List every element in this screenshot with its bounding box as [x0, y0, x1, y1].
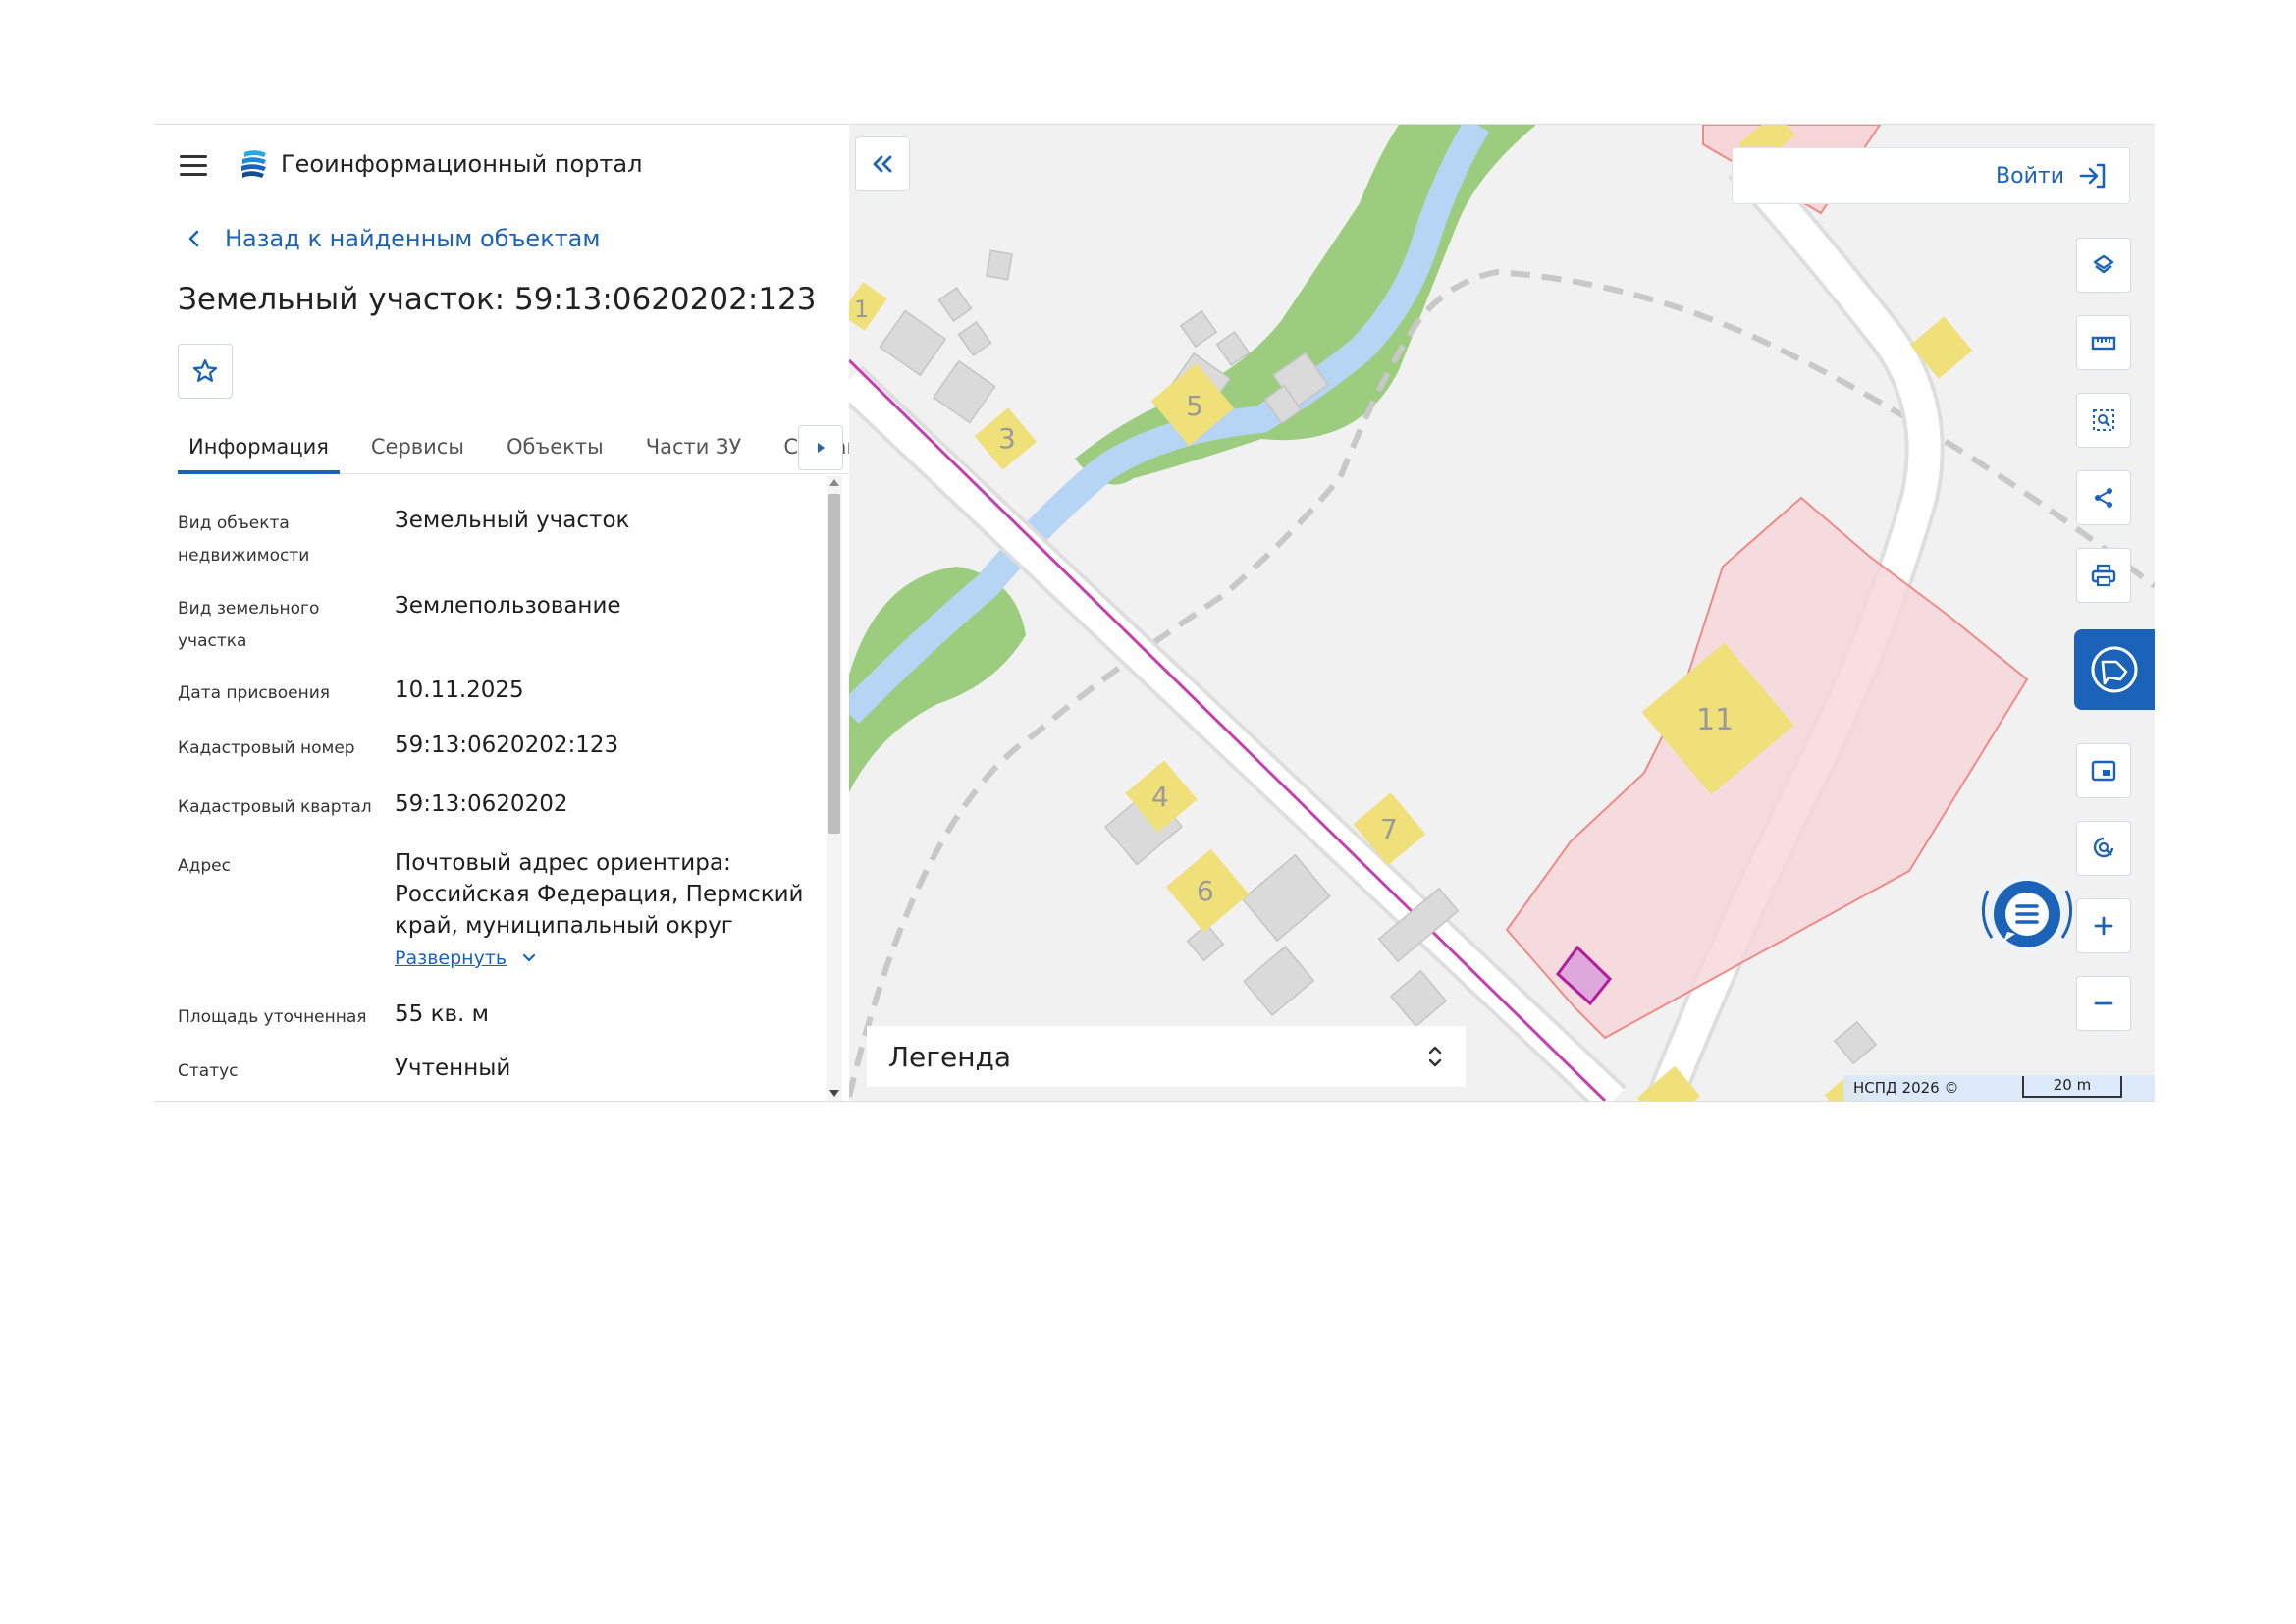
minimap-button[interactable]	[2076, 743, 2131, 798]
star-icon	[192, 359, 218, 382]
select-area-icon	[2093, 409, 2114, 431]
road	[849, 368, 1624, 1101]
scroll-up-arrow[interactable]	[829, 479, 839, 486]
layers-icon	[2093, 254, 2114, 274]
info-panel: Геоинформационный портал Назад к найденн…	[154, 125, 859, 1101]
login-arrow-icon	[2079, 163, 2106, 189]
share-button[interactable]	[2076, 470, 2131, 525]
layers-button[interactable]	[2076, 238, 2131, 293]
tab-parts[interactable]: Части ЗУ	[635, 417, 753, 474]
house-number: 4	[1151, 781, 1169, 813]
address-expand-link[interactable]: Развернуть	[395, 947, 538, 969]
object-title: Земельный участок: 59:13:0620202:123	[178, 282, 817, 317]
caret-right-icon	[818, 443, 825, 453]
tab-objects[interactable]: Объекты	[496, 417, 614, 474]
tab-bar: Информация Сервисы Объекты Части ЗУ Сост…	[178, 417, 859, 474]
chat-button[interactable]	[1968, 851, 2086, 969]
collapse-panel-button[interactable]	[855, 136, 910, 191]
scroll-thumb[interactable]	[828, 494, 840, 834]
scale-bar: 20 m	[2022, 1076, 2122, 1098]
property-label: Адрес	[178, 856, 231, 876]
tabs-next-button[interactable]	[798, 425, 843, 470]
vegetation-area	[1075, 125, 1536, 485]
back-to-results-link[interactable]: Назад к найденным объектам	[184, 225, 601, 252]
property-value: Землепользование	[395, 593, 621, 619]
scroll-down-arrow[interactable]	[829, 1090, 839, 1097]
property-label: Дата присвоения	[178, 683, 330, 703]
chevron-left-icon	[188, 230, 199, 247]
property-label: Вид объекта недвижимости	[178, 514, 310, 566]
print-button[interactable]	[2076, 548, 2131, 603]
app-frame: Геоинформационный портал Назад к найденн…	[154, 124, 2155, 1102]
printer-icon	[2091, 564, 2116, 587]
hamburger-icon[interactable]	[180, 155, 207, 177]
house-number: 7	[1380, 813, 1398, 845]
map-service-icon	[2091, 646, 2138, 693]
login-button[interactable]: Войти	[1732, 147, 2130, 204]
property-value: 59:13:0620202:123	[395, 732, 619, 758]
chevron-down-icon	[522, 953, 536, 962]
favorite-button[interactable]	[178, 344, 233, 399]
house-number: 1	[854, 296, 869, 323]
copyright-text: НСПД 2026 ©	[1853, 1079, 1959, 1097]
share-icon	[2095, 488, 2112, 508]
panel-scrollbar[interactable]	[827, 476, 842, 1101]
portal-title: Геоинформационный портал	[281, 150, 643, 178]
login-label: Войти	[1996, 163, 2064, 189]
ruler-icon	[2091, 336, 2116, 351]
property-label: Площадь уточненная	[178, 1007, 367, 1027]
zoom-out-button[interactable]	[2076, 976, 2131, 1031]
map-service-button[interactable]	[2074, 629, 2155, 710]
house-number: 11	[1696, 703, 1734, 737]
property-label: Вид земельного участка	[178, 599, 320, 651]
plus-icon	[2094, 916, 2113, 936]
double-chevron-left-icon	[873, 155, 892, 173]
house-number: 5	[1186, 390, 1203, 422]
minus-icon	[2094, 1001, 2113, 1005]
select-area-button[interactable]	[2076, 393, 2131, 448]
map-view[interactable]: 1 3 5 4 6 7 11 Войти Легенда НСПД 2026 ©…	[849, 125, 2155, 1101]
chat-icon	[1981, 875, 2073, 953]
house-number: 6	[1197, 875, 1214, 907]
chevron-updown-icon	[1428, 1046, 1442, 1067]
expand-label: Развернуть	[395, 947, 507, 969]
legend-panel[interactable]: Легенда	[867, 1026, 1466, 1087]
property-value: Земельный участок	[395, 508, 630, 533]
boundary-line	[849, 358, 1607, 1101]
property-label: Кадастровый номер	[178, 738, 355, 758]
minimap-icon	[2091, 760, 2116, 782]
property-value: 10.11.2025	[395, 677, 524, 703]
legend-label: Легенда	[888, 1040, 1012, 1073]
ruler-button[interactable]	[2076, 315, 2131, 370]
house-number: 3	[998, 422, 1016, 455]
property-label: Статус	[178, 1061, 239, 1081]
map-canvas[interactable]: 1 3 5 4 6 7 11	[849, 125, 2155, 1101]
portal-logo-icon	[241, 150, 266, 178]
back-link-label: Назад к найденным объектам	[225, 225, 601, 252]
tab-information[interactable]: Информация	[178, 417, 340, 474]
tab-services[interactable]: Сервисы	[360, 417, 475, 474]
property-value: 55 кв. м	[395, 1001, 489, 1027]
property-value: 59:13:0620202	[395, 791, 568, 817]
property-label: Кадастровый квартал	[178, 797, 372, 817]
property-value: Почтовый адрес ориентира: Российская Фед…	[395, 850, 804, 939]
property-value: Учтенный	[395, 1056, 511, 1081]
locate-icon	[2093, 837, 2114, 858]
